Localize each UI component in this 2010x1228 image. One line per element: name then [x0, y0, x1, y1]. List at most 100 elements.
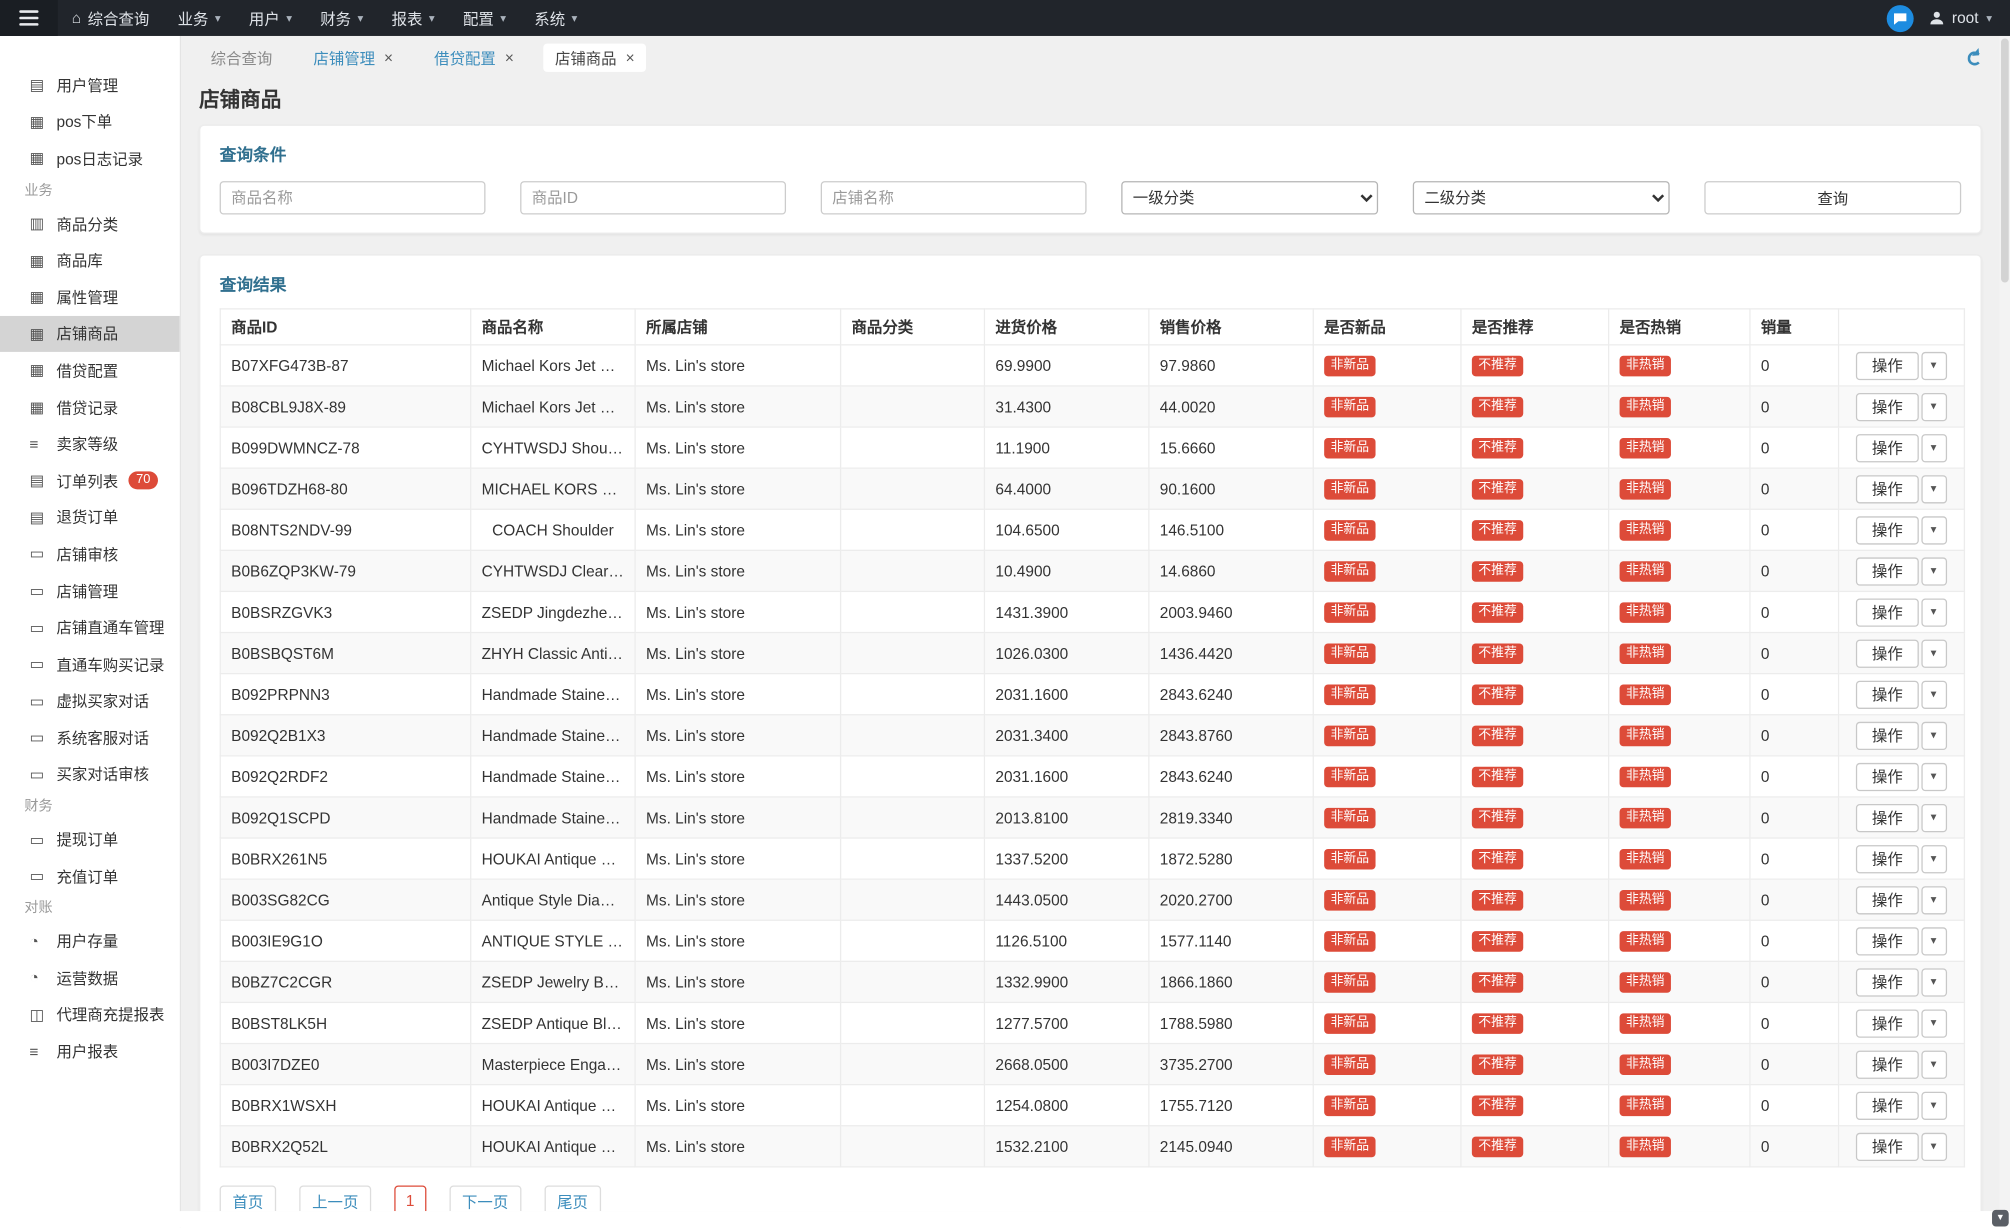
- user-menu[interactable]: root ▾: [1929, 9, 1992, 27]
- close-icon[interactable]: ×: [505, 50, 514, 65]
- tab-store-products[interactable]: 店铺商品 ×: [543, 44, 646, 72]
- pagination-first-button[interactable]: 首页: [220, 1185, 277, 1211]
- sidebar-item[interactable]: ▦ 店铺商品: [0, 315, 180, 352]
- action-button[interactable]: 操作: [1857, 351, 1919, 379]
- sidebar-item[interactable]: ◔ 运营数据: [0, 959, 180, 996]
- sidebar-item[interactable]: ▭ 系统客服对话: [0, 719, 180, 756]
- action-button[interactable]: 操作: [1857, 886, 1919, 914]
- action-button[interactable]: 操作: [1857, 516, 1919, 544]
- store-cell: Ms. Lin's store: [635, 633, 840, 674]
- tab-loan-config[interactable]: 借贷配置 ×: [423, 44, 526, 72]
- action-button[interactable]: 操作: [1857, 557, 1919, 585]
- action-dropdown-button[interactable]: ▾: [1921, 1009, 1947, 1037]
- sidebar-item[interactable]: ▦ 借贷配置: [0, 352, 180, 389]
- action-button[interactable]: 操作: [1857, 433, 1919, 461]
- pagination-last-button[interactable]: 尾页: [544, 1185, 601, 1211]
- sidebar-item[interactable]: ▭ 买家对话审核: [0, 756, 180, 793]
- product-id-input[interactable]: [520, 181, 786, 214]
- action-dropdown-button[interactable]: ▾: [1921, 844, 1947, 872]
- action-dropdown-button[interactable]: ▾: [1921, 886, 1947, 914]
- pagination-current-page[interactable]: 1: [394, 1185, 426, 1211]
- sidebar-item[interactable]: ▥ 商品分类: [0, 205, 180, 242]
- action-dropdown-button[interactable]: ▾: [1921, 762, 1947, 790]
- chat-button[interactable]: [1886, 4, 1913, 31]
- sidebar-item[interactable]: ▭ 虚拟买家对话: [0, 683, 180, 720]
- category1-select[interactable]: 一级分类: [1121, 181, 1378, 214]
- pagination-next-button[interactable]: 下一页: [449, 1185, 521, 1211]
- action-button[interactable]: 操作: [1857, 927, 1919, 955]
- action-dropdown-button[interactable]: ▾: [1921, 803, 1947, 831]
- sidebar-item[interactable]: ▦ 属性管理: [0, 279, 180, 316]
- sidebar-item[interactable]: ◔ 用户存量: [0, 923, 180, 960]
- sidebar-item[interactable]: ▤ 退货订单: [0, 499, 180, 536]
- store-name-input[interactable]: [821, 181, 1087, 214]
- main-nav: ⌂ 综合查询 业务 ▾ 用户 ▾ 财务: [58, 0, 592, 36]
- nav-item[interactable]: 配置 ▾: [449, 0, 520, 36]
- tab-store-management[interactable]: 店铺管理 ×: [302, 44, 405, 72]
- action-button[interactable]: 操作: [1857, 803, 1919, 831]
- pagination-prev-button[interactable]: 上一页: [299, 1185, 371, 1211]
- action-button[interactable]: 操作: [1857, 598, 1919, 626]
- action-dropdown-button[interactable]: ▾: [1921, 475, 1947, 503]
- sidebar-item[interactable]: ◫ 代理商充提报表: [0, 996, 180, 1033]
- category2-select[interactable]: 二级分类: [1413, 181, 1670, 214]
- product-name-input[interactable]: [220, 181, 486, 214]
- action-button[interactable]: 操作: [1857, 1009, 1919, 1037]
- sidebar-item[interactable]: ▭ 充值订单: [0, 858, 180, 895]
- scrollbar-thumb[interactable]: [2001, 39, 2009, 283]
- refresh-button[interactable]: [1965, 48, 1984, 67]
- nav-item[interactable]: ⌂ 综合查询: [58, 0, 164, 36]
- sidebar-item[interactable]: ▭ 店铺管理: [0, 572, 180, 609]
- action-button[interactable]: 操作: [1857, 475, 1919, 503]
- action-button[interactable]: 操作: [1857, 680, 1919, 708]
- sidebar-item[interactable]: ▦ pos下单: [0, 104, 180, 141]
- action-dropdown-button[interactable]: ▾: [1921, 1050, 1947, 1078]
- action-dropdown-button[interactable]: ▾: [1921, 721, 1947, 749]
- action-dropdown-button[interactable]: ▾: [1921, 639, 1947, 667]
- sidebar-item[interactable]: ▭ 提现订单: [0, 821, 180, 858]
- action-dropdown-button[interactable]: ▾: [1921, 1091, 1947, 1119]
- action-dropdown-button[interactable]: ▾: [1921, 557, 1947, 585]
- sidebar-item[interactable]: ≡ 用户报表: [0, 1033, 180, 1070]
- sidebar-item[interactable]: ≡ 卖家等级: [0, 426, 180, 463]
- nav-item[interactable]: 用户 ▾: [235, 0, 306, 36]
- sidebar-item[interactable]: ▦ pos日志记录: [0, 140, 180, 177]
- sidebar-item[interactable]: ▦ 商品库: [0, 242, 180, 279]
- action-dropdown-button[interactable]: ▾: [1921, 968, 1947, 996]
- scrollbar[interactable]: [2000, 36, 2010, 1211]
- sidebar-item[interactable]: ▦ 借贷记录: [0, 389, 180, 426]
- nav-item[interactable]: 系统 ▾: [520, 0, 591, 36]
- action-dropdown-button[interactable]: ▾: [1921, 392, 1947, 420]
- sidebar-item[interactable]: ▭ 店铺直通车管理: [0, 609, 180, 646]
- scroll-down-button[interactable]: ▼: [1992, 1210, 2009, 1227]
- action-dropdown-button[interactable]: ▾: [1921, 1132, 1947, 1160]
- action-button[interactable]: 操作: [1857, 762, 1919, 790]
- action-dropdown-button[interactable]: ▾: [1921, 598, 1947, 626]
- action-button[interactable]: 操作: [1857, 1091, 1919, 1119]
- nav-item[interactable]: 业务 ▾: [163, 0, 234, 36]
- nav-item[interactable]: 报表 ▾: [377, 0, 448, 36]
- action-dropdown-button[interactable]: ▾: [1921, 516, 1947, 544]
- action-dropdown-button[interactable]: ▾: [1921, 351, 1947, 379]
- search-button[interactable]: 查询: [1704, 181, 1961, 214]
- close-icon[interactable]: ×: [626, 50, 635, 65]
- sidebar-item[interactable]: ▤ 用户管理: [0, 67, 180, 104]
- status-badge-new: 非新品: [1324, 520, 1375, 541]
- action-dropdown-button[interactable]: ▾: [1921, 680, 1947, 708]
- action-button[interactable]: 操作: [1857, 392, 1919, 420]
- action-dropdown-button[interactable]: ▾: [1921, 433, 1947, 461]
- tab-overview[interactable]: 综合查询: [199, 44, 284, 72]
- sidebar-item[interactable]: ▤ 订单列表 70: [0, 462, 180, 499]
- action-button[interactable]: 操作: [1857, 721, 1919, 749]
- menu-toggle-button[interactable]: [0, 0, 58, 36]
- sidebar-item[interactable]: ▭ 直通车购买记录: [0, 646, 180, 683]
- close-icon[interactable]: ×: [384, 50, 393, 65]
- action-button[interactable]: 操作: [1857, 968, 1919, 996]
- action-button[interactable]: 操作: [1857, 1050, 1919, 1078]
- nav-item[interactable]: 财务 ▾: [306, 0, 377, 36]
- action-dropdown-button[interactable]: ▾: [1921, 927, 1947, 955]
- sidebar-item[interactable]: ▭ 店铺审核: [0, 536, 180, 573]
- action-button[interactable]: 操作: [1857, 639, 1919, 667]
- action-button[interactable]: 操作: [1857, 1132, 1919, 1160]
- action-button[interactable]: 操作: [1857, 844, 1919, 872]
